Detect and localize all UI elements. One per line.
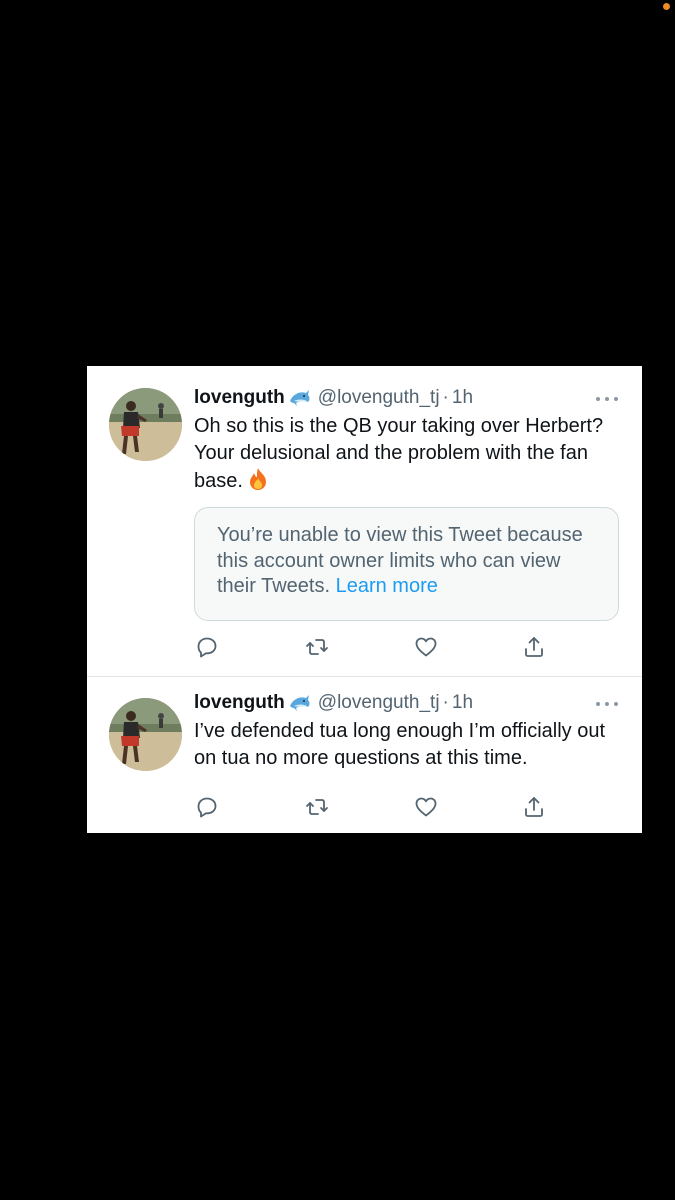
share-icon[interactable] <box>521 794 547 820</box>
display-name[interactable]: lovenguth <box>194 385 285 411</box>
tweet[interactable]: lovenguth @lovenguth_tj · 1h I’ve defend… <box>87 677 642 833</box>
dolphin-emoji-icon <box>288 693 312 713</box>
learn-more-link[interactable]: Learn more <box>336 575 438 597</box>
like-icon[interactable] <box>413 634 439 660</box>
quoted-tweet-unavailable[interactable]: You’re unable to view this Tweet because… <box>194 507 619 621</box>
like-icon[interactable] <box>413 794 439 820</box>
handle[interactable]: @lovenguth_tj <box>318 385 440 411</box>
separator: · <box>442 692 449 713</box>
tweet-header: lovenguth @lovenguth_tj · 1h <box>194 690 622 716</box>
tweet[interactable]: lovenguth @lovenguth_tj · 1h Oh so this … <box>87 366 642 677</box>
share-icon[interactable] <box>521 634 547 660</box>
tweet-actions <box>194 634 554 660</box>
avatar[interactable] <box>109 388 182 461</box>
retweet-icon[interactable] <box>304 634 330 660</box>
tweet-text: I’ve defended tua long enough I’m offici… <box>194 718 618 772</box>
tweet-header: lovenguth @lovenguth_tj · 1h <box>194 385 622 411</box>
tweet-text: Oh so this is the QB your taking over He… <box>194 413 618 495</box>
more-options-icon[interactable] <box>596 699 618 709</box>
reply-icon[interactable] <box>194 794 220 820</box>
separator: · <box>442 387 449 408</box>
display-name[interactable]: lovenguth <box>194 690 285 716</box>
timestamp[interactable]: 1h <box>452 690 473 716</box>
timestamp[interactable]: 1h <box>452 385 473 411</box>
status-indicator-dot <box>663 3 670 10</box>
handle[interactable]: @lovenguth_tj <box>318 690 440 716</box>
reply-icon[interactable] <box>194 634 220 660</box>
avatar[interactable] <box>109 698 182 771</box>
tweet-actions <box>194 794 554 820</box>
retweet-icon[interactable] <box>304 794 330 820</box>
tweet-text-content: I’ve defended tua long enough I’m offici… <box>194 720 606 769</box>
more-options-icon[interactable] <box>596 394 618 404</box>
tweet-thread-card: lovenguth @lovenguth_tj · 1h Oh so this … <box>87 366 642 833</box>
dolphin-emoji-icon <box>288 388 312 408</box>
fire-emoji-icon <box>247 467 269 491</box>
